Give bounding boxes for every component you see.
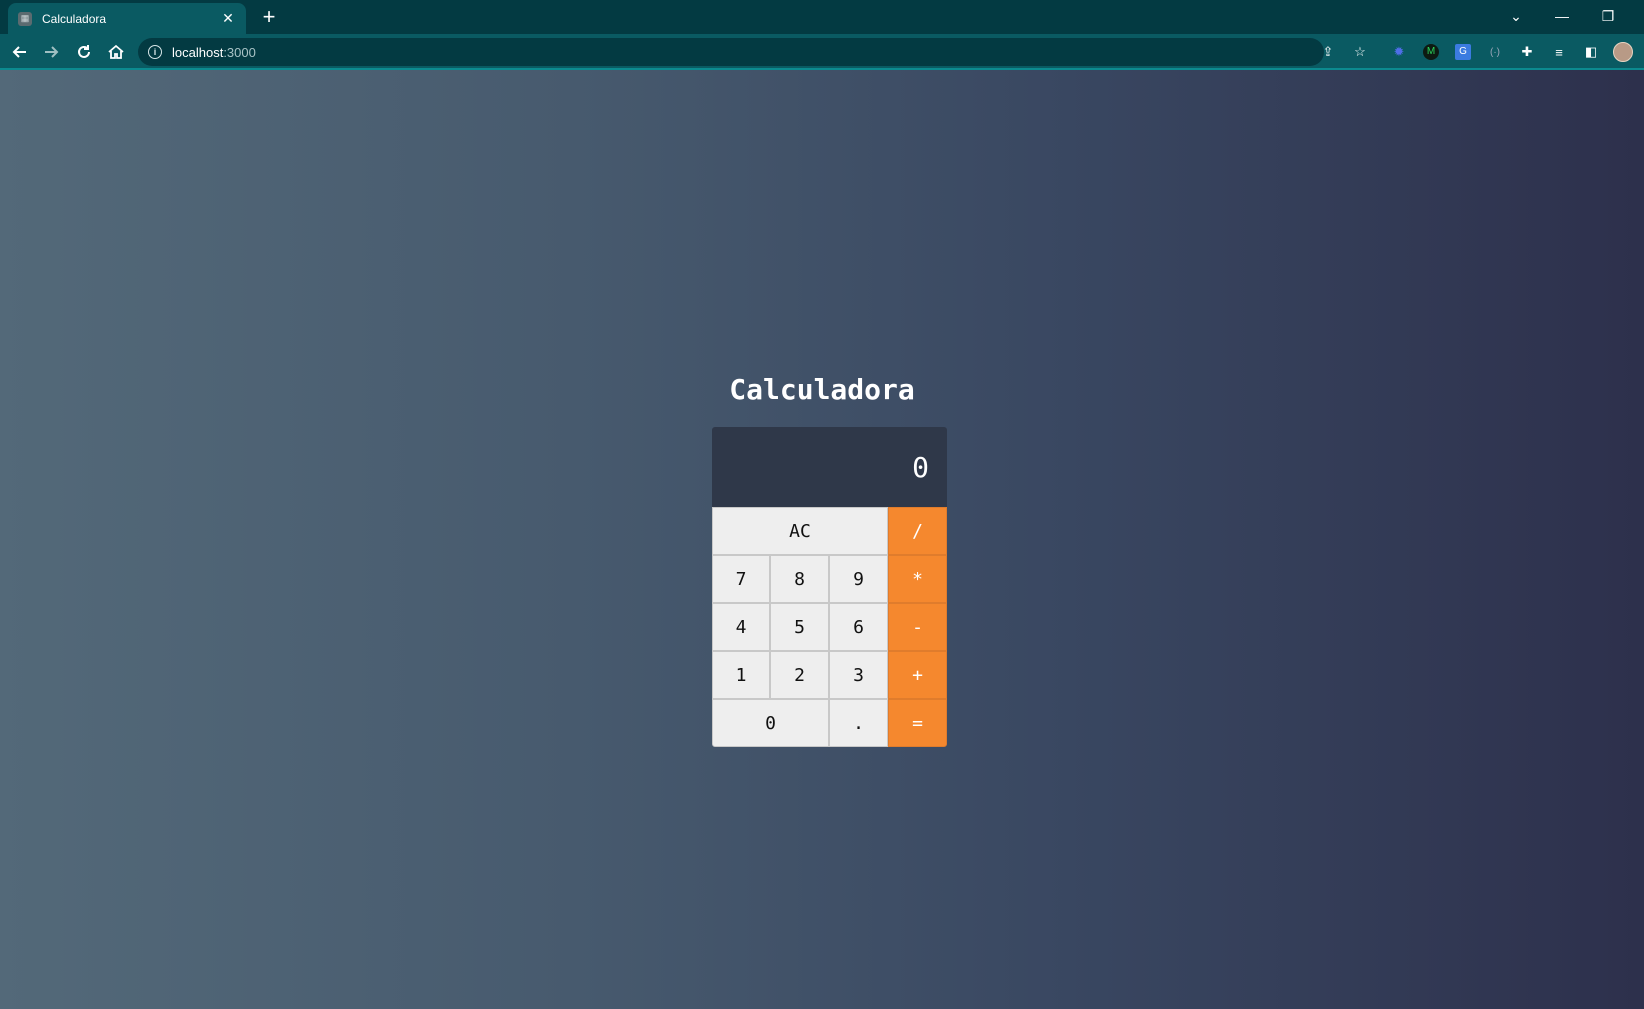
extension-monitor-icon[interactable]: M: [1421, 42, 1441, 62]
digit-9-button[interactable]: 9: [829, 555, 888, 603]
digit-0-button[interactable]: 0: [712, 699, 829, 747]
restore-icon[interactable]: ❐: [1588, 4, 1628, 28]
extension-wave-icon[interactable]: (·): [1485, 42, 1505, 62]
site-info-icon[interactable]: i: [148, 45, 162, 59]
decimal-button[interactable]: .: [829, 699, 888, 747]
multiply-button[interactable]: *: [888, 555, 947, 603]
digit-4-button[interactable]: 4: [712, 603, 770, 651]
browser-tabbar: ▦ Calculadora ✕ + ⌄ — ❐: [0, 0, 1644, 34]
plus-button[interactable]: +: [888, 651, 947, 699]
minimize-icon[interactable]: —: [1542, 4, 1582, 28]
url-port: :3000: [223, 44, 256, 60]
digit-1-button[interactable]: 1: [712, 651, 770, 699]
share-icon[interactable]: ⇪: [1318, 42, 1338, 62]
profile-avatar[interactable]: [1613, 42, 1633, 62]
reading-list-icon[interactable]: ≡: [1549, 42, 1569, 62]
extension-gear-icon[interactable]: ✹: [1389, 42, 1409, 62]
divide-button[interactable]: /: [888, 507, 947, 555]
forward-icon[interactable]: [39, 40, 63, 64]
digit-6-button[interactable]: 6: [829, 603, 888, 651]
new-tab-button[interactable]: +: [258, 6, 280, 28]
calculator-keypad: AC / 7 8 9 * 4 5 6 - 1 2 3 + 0 . =: [712, 507, 947, 747]
digit-5-button[interactable]: 5: [770, 603, 829, 651]
page-title: Calculadora: [729, 373, 915, 406]
tab-search-icon[interactable]: ⌄: [1496, 4, 1536, 28]
equals-button[interactable]: =: [888, 699, 947, 747]
bookmark-star-icon[interactable]: ☆: [1350, 42, 1370, 62]
back-icon[interactable]: [8, 40, 32, 64]
home-icon[interactable]: [104, 40, 128, 64]
close-tab-icon[interactable]: ✕: [220, 10, 236, 27]
extensions-puzzle-icon[interactable]: ✚: [1517, 42, 1537, 62]
digit-7-button[interactable]: 7: [712, 555, 770, 603]
calculator: 0 AC / 7 8 9 * 4 5 6 - 1 2 3 + 0 . =: [712, 427, 947, 747]
page-background: Calculadora 0 AC / 7 8 9 * 4 5 6 - 1 2 3…: [0, 70, 1644, 1009]
address-bar[interactable]: i localhost:3000: [138, 38, 1324, 66]
url-host: localhost: [172, 44, 224, 60]
minus-button[interactable]: -: [888, 603, 947, 651]
calculator-display: 0: [712, 427, 947, 507]
translate-icon[interactable]: G: [1453, 42, 1473, 62]
digit-8-button[interactable]: 8: [770, 555, 829, 603]
browser-toolbar: i localhost:3000 ⇪ ☆ ✹ M G (·) ✚ ≡ ◧: [0, 34, 1644, 70]
reload-icon[interactable]: [72, 40, 96, 64]
side-panel-icon[interactable]: ◧: [1581, 42, 1601, 62]
tab-title: Calculadora: [42, 11, 107, 26]
browser-tab[interactable]: ▦ Calculadora ✕: [8, 3, 246, 34]
digit-2-button[interactable]: 2: [770, 651, 829, 699]
clear-button[interactable]: AC: [712, 507, 888, 555]
digit-3-button[interactable]: 3: [829, 651, 888, 699]
calculator-favicon-icon: ▦: [18, 11, 32, 26]
